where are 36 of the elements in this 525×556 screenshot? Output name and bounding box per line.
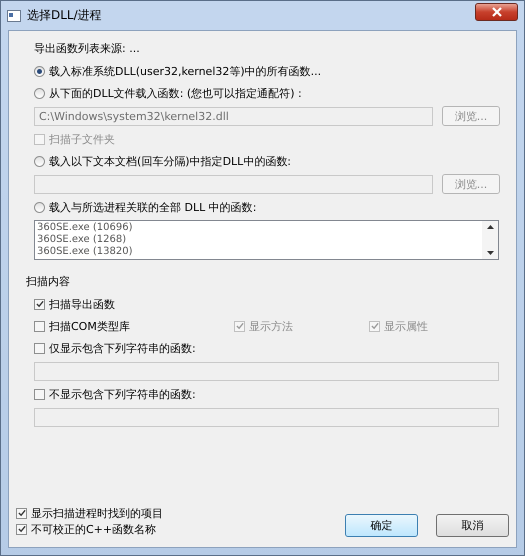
radio-button[interactable] [34, 88, 45, 98]
checkbox[interactable] [16, 524, 27, 534]
checkbox[interactable] [34, 320, 45, 332]
checkbox-label: 显示扫描进程时找到的项目 [31, 506, 163, 520]
checkbox-label: 扫描子文件夹 [49, 132, 115, 146]
section-heading: 扫描内容 [26, 274, 71, 289]
radio-button[interactable] [34, 202, 45, 212]
radio-label: 载入以下文本文档(回车分隔)中指定DLL中的函数: [49, 154, 292, 168]
cancel-button[interactable]: 取消 [436, 514, 509, 537]
checkbox[interactable] [34, 298, 45, 310]
radio-label: 载入与所选进程关联的全部 DLL 中的函数: [49, 200, 256, 214]
list-item[interactable]: 360SE.exe (1268) [37, 234, 480, 246]
radio-label: 从下面的DLL文件载入函数: (您也可以指定通配符) : [49, 86, 302, 100]
radio-button[interactable] [34, 66, 45, 76]
window-title: 选择DLL/进程 [27, 7, 102, 24]
checkbox-label: 扫描COM类型库 [49, 318, 130, 334]
section-heading: 导出函数列表来源: ... [34, 41, 141, 56]
list-item[interactable]: 360SE.exe (13820) [37, 246, 480, 258]
checkbox[interactable] [34, 342, 45, 354]
checkbox-label: 扫描导出函数 [49, 296, 115, 312]
checkbox-label: 不可校正的C++函数名称 [31, 522, 156, 536]
radio-button[interactable] [34, 156, 45, 166]
close-button[interactable] [475, 2, 518, 20]
window-icon [7, 10, 21, 22]
checkbox[interactable] [34, 388, 45, 400]
process-list[interactable]: 360SE.exe (10696) 360SE.exe (1268) 360SE.exe (13820) [34, 220, 499, 260]
scroll-bar[interactable] [482, 221, 498, 259]
radio-label: 载入标准系统DLL(user32,kernel32等)中的所有函数... [49, 64, 322, 78]
checkbox-label: 显示属性 [384, 318, 428, 334]
checkbox-label: 显示方法 [249, 318, 293, 334]
checkbox-label: 不显示包含下列字符串的函数: [49, 386, 196, 402]
ok-button[interactable]: 确定 [345, 514, 418, 537]
checkbox[interactable] [16, 508, 27, 518]
checkbox-label: 仅显示包含下列字符串的函数: [49, 340, 196, 356]
close-icon [490, 6, 502, 16]
list-item[interactable]: 360SE.exe (10696) [37, 222, 480, 234]
